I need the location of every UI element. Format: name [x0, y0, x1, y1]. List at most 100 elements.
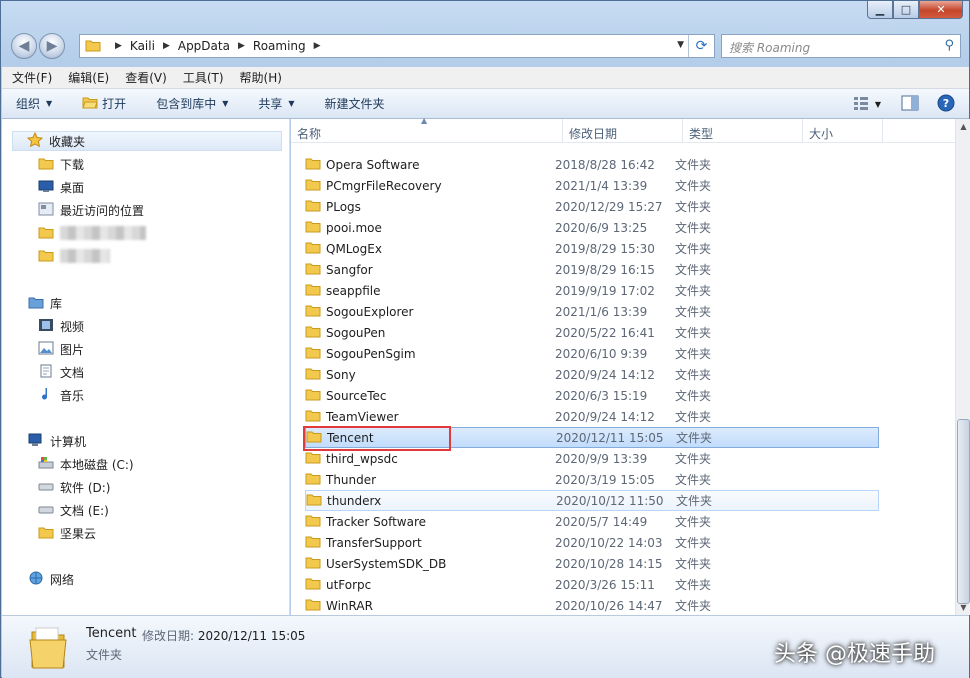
table-row[interactable]: seappfile 2019/9/19 17:02 文件夹	[305, 280, 879, 301]
close-button[interactable]: ✕	[919, 1, 963, 19]
table-row[interactable]: Thunder 2020/3/19 15:05 文件夹	[305, 469, 879, 490]
open-button[interactable]: 打开	[82, 95, 126, 112]
breadcrumb-kaili[interactable]: Kaili	[130, 39, 155, 53]
file-modified: 2020/9/24 14:12	[555, 409, 655, 424]
folder-icon	[305, 177, 321, 194]
vertical-scrollbar[interactable]: ▲ ▼	[955, 119, 970, 615]
help-icon[interactable]: ?	[937, 94, 955, 115]
search-icon[interactable]: ⚲	[944, 38, 954, 53]
table-row[interactable]: Sony 2020/9/24 14:12 文件夹	[305, 364, 879, 385]
nav-pictures-label: 图片	[60, 342, 85, 357]
maximize-button[interactable]: □	[893, 1, 919, 19]
forward-button[interactable]: ▶	[39, 33, 65, 59]
column-modified[interactable]: 修改日期	[563, 119, 683, 143]
file-name-cell: PCmgrFileRecovery	[305, 177, 555, 194]
table-row[interactable]: SogouPen 2020/5/22 16:41 文件夹	[305, 322, 879, 343]
breadcrumb-separator[interactable]: ▶	[238, 41, 245, 51]
breadcrumb-separator[interactable]: ▶	[115, 41, 122, 51]
scroll-up-icon[interactable]: ▲	[956, 119, 970, 134]
nav-downloads[interactable]: 下载	[38, 154, 84, 174]
preview-pane-icon[interactable]	[901, 95, 919, 114]
organize-button[interactable]: 组织 ▼	[16, 95, 52, 112]
table-row[interactable]: Tracker Software 2020/5/7 14:49 文件夹	[305, 511, 879, 532]
menu-help[interactable]: 帮助(H)	[240, 69, 282, 86]
file-modified: 2020/6/10 9:39	[555, 346, 648, 361]
column-size[interactable]: 大小	[803, 119, 883, 143]
nav-drive-d[interactable]: 软件 (D:)	[38, 477, 110, 497]
refresh-icon[interactable]: ⟳	[688, 35, 714, 57]
file-modified: 2020/3/19 15:05	[555, 472, 655, 487]
column-type[interactable]: 类型	[683, 119, 803, 143]
file-type: 文件夹	[675, 557, 712, 571]
file-name-cell: thunderx	[306, 492, 556, 509]
breadcrumb-roaming[interactable]: Roaming	[253, 39, 306, 53]
table-row[interactable]: pooi.moe 2020/6/9 13:25 文件夹	[305, 217, 879, 238]
search-placeholder: 搜索 Roaming	[729, 41, 811, 55]
include-in-library-button[interactable]: 包含到库中 ▼	[156, 95, 228, 112]
table-row[interactable]: Sangfor 2019/8/29 16:15 文件夹	[305, 259, 879, 280]
recent-places-icon	[38, 202, 54, 219]
nav-drive-e[interactable]: 文档 (E:)	[38, 500, 109, 520]
view-options-icon[interactable]	[853, 96, 869, 113]
breadcrumb-separator[interactable]: ▶	[163, 41, 170, 51]
music-icon	[38, 387, 54, 404]
nav-blurred-item-2[interactable]	[38, 246, 110, 266]
nav-documents[interactable]: 文档	[38, 362, 84, 382]
nav-favorites[interactable]: 收藏夹	[12, 131, 282, 151]
table-row[interactable]: UserSystemSDK_DB 2020/10/28 14:15 文件夹	[305, 553, 879, 574]
minimize-button[interactable]: ▁	[867, 1, 893, 19]
table-row[interactable]: third_wpsdc 2020/9/9 13:39 文件夹	[305, 448, 879, 469]
nav-computer[interactable]: 计算机	[28, 431, 86, 451]
nav-jianguoyun[interactable]: 坚果云	[38, 523, 96, 543]
table-row[interactable]: PLogs 2020/12/29 15:27 文件夹	[305, 196, 879, 217]
table-row[interactable]: Opera Software 2018/8/28 16:42 文件夹	[305, 154, 879, 175]
desktop-icon	[38, 179, 54, 196]
nav-desktop[interactable]: 桌面	[38, 177, 84, 197]
file-name: Opera Software	[326, 157, 420, 172]
search-input[interactable]: 搜索 Roaming ⚲	[721, 34, 961, 58]
nav-libraries[interactable]: 库	[28, 293, 62, 313]
table-row[interactable]: SogouExplorer 2021/1/6 13:39 文件夹	[305, 301, 879, 322]
share-button[interactable]: 共享 ▼	[258, 95, 294, 112]
pictures-icon	[38, 341, 54, 358]
table-row[interactable]: SogouPenSgim 2020/6/10 9:39 文件夹	[305, 343, 879, 364]
new-folder-button[interactable]: 新建文件夹	[325, 95, 385, 112]
table-row[interactable]: thunderx 2020/10/12 11:50 文件夹	[305, 490, 879, 511]
table-row[interactable]: TeamViewer 2020/9/24 14:12 文件夹	[305, 406, 879, 427]
menu-edit[interactable]: 编辑(E)	[68, 69, 109, 86]
nav-blurred-item-1[interactable]	[38, 223, 146, 243]
breadcrumb-appdata[interactable]: AppData	[178, 39, 230, 53]
scroll-down-icon[interactable]: ▼	[956, 600, 970, 615]
table-row[interactable]: utForpc 2020/3/26 15:11 文件夹	[305, 574, 879, 595]
watermark: 头条 @极速手助	[774, 642, 935, 667]
file-type: 文件夹	[675, 158, 712, 172]
address-bar[interactable]: ▶ Kaili ▶ AppData ▶ Roaming ▶ ▼ ⟳	[79, 34, 715, 58]
nav-music[interactable]: 音乐	[38, 385, 84, 405]
file-modified: 2020/10/28 14:15	[555, 556, 663, 571]
menu-tools[interactable]: 工具(T)	[183, 69, 224, 86]
nav-pictures[interactable]: 图片	[38, 339, 84, 359]
breadcrumb-separator[interactable]: ▶	[314, 41, 321, 51]
table-row[interactable]: SourceTec 2020/6/3 15:19 文件夹	[305, 385, 879, 406]
menu-file[interactable]: 文件(F)	[12, 69, 52, 86]
nav-network[interactable]: 网络	[28, 569, 74, 589]
table-row[interactable]: WinRAR 2020/10/26 14:47 文件夹	[305, 595, 879, 616]
nav-desktop-label: 桌面	[60, 180, 85, 195]
table-row[interactable]: QMLogEx 2019/8/29 15:30 文件夹	[305, 238, 879, 259]
table-row[interactable]: TransferSupport 2020/10/22 14:03 文件夹	[305, 532, 879, 553]
nav-drive-c[interactable]: 本地磁盘 (C:)	[38, 454, 134, 474]
view-dropdown-icon[interactable]: ▼	[875, 100, 881, 109]
column-name[interactable]: ▲ 名称	[291, 116, 563, 143]
nav-recent-places[interactable]: 最近访问的位置	[38, 200, 144, 220]
menu-view[interactable]: 查看(V)	[125, 69, 167, 86]
file-type: 文件夹	[675, 515, 712, 529]
back-button[interactable]: ◀	[11, 33, 37, 59]
nav-videos[interactable]: 视频	[38, 316, 84, 336]
table-row[interactable]: PCmgrFileRecovery 2021/1/4 13:39 文件夹	[305, 175, 879, 196]
highlight-box	[303, 426, 451, 451]
file-name-cell: pooi.moe	[305, 219, 555, 236]
documents-icon	[38, 364, 54, 381]
address-dropdown-icon[interactable]: ▼	[677, 40, 684, 50]
folder-icon	[305, 450, 321, 467]
scroll-thumb[interactable]	[957, 419, 970, 604]
